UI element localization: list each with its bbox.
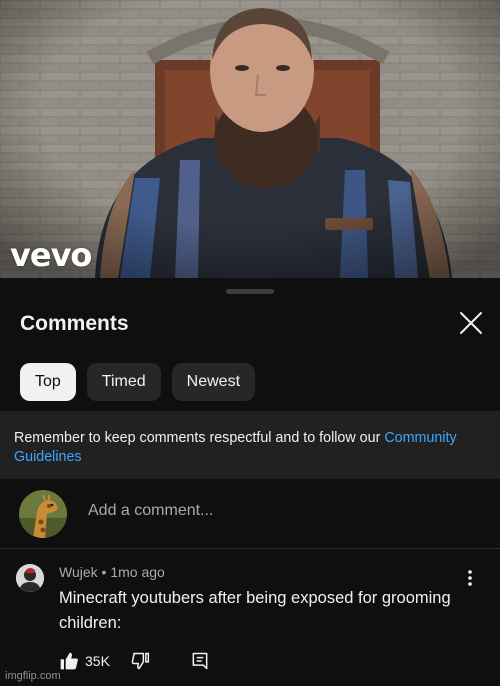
meta-separator: • [97,564,111,580]
comment-item: Wujek • 1mo ago Minecraft youtubers afte… [0,550,500,686]
close-icon [460,312,482,334]
video-player[interactable]: vevo [0,0,500,278]
notice-text: Remember to keep comments respectful and… [14,430,385,446]
imgflip-watermark: imgflip.com [5,670,61,682]
chip-newest[interactable]: Newest [171,363,256,401]
comment-age: 1mo ago [110,564,165,580]
close-button[interactable] [456,308,486,338]
comment-meta: Wujek • 1mo ago [59,564,165,580]
add-comment-row: Add a comment... [0,479,500,549]
comment-author[interactable]: Wujek [59,564,98,580]
comments-panel: Comments Top Timed Newest Remember to ke… [0,278,500,686]
thumbs-down-icon [131,652,150,670]
commenter-avatar[interactable] [16,564,44,592]
reply-comment-icon [192,652,208,670]
add-comment-input[interactable]: Add a comment... [88,502,213,520]
comment-text: Minecraft youtubers after being exposed … [59,589,451,632]
chip-top[interactable]: Top [20,363,76,401]
vevo-logo: vevo [10,236,92,274]
more-vert-icon [468,570,472,586]
dislike-button[interactable] [130,651,150,671]
reply-button[interactable] [190,651,210,671]
chip-timed[interactable]: Timed [86,363,161,401]
guidelines-notice: Remember to keep comments respectful and… [0,411,500,479]
panel-title: Comments [20,312,129,335]
like-button[interactable]: 35K [59,651,110,671]
user-avatar [19,490,67,538]
drag-handle[interactable] [226,289,274,294]
comment-menu-button[interactable] [462,568,478,588]
thumbs-up-icon [60,652,78,670]
like-count: 35K [85,653,110,669]
filter-chips: Top Timed Newest [20,363,256,401]
comment-actions: 35K [59,649,210,673]
giraffe-avatar-icon [19,490,67,538]
person-avatar-icon [16,564,44,592]
